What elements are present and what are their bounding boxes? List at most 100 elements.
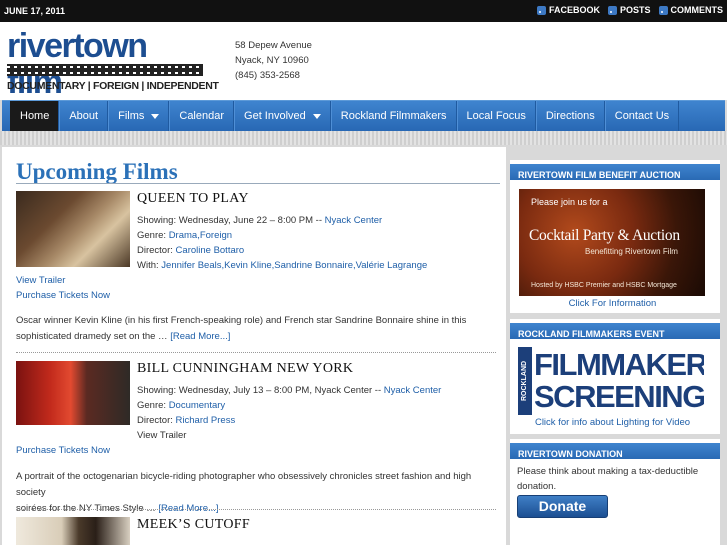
nav-films-label: Films — [118, 110, 145, 122]
film-strip-graphic — [7, 64, 203, 76]
banner-text: Hosted by HSBC Premier and HSBC Mortgage — [531, 282, 677, 289]
main-content: Upcoming Films QUEEN TO PLAY Showing: We… — [2, 147, 506, 545]
nav-home[interactable]: Home — [10, 101, 60, 131]
view-trailer-link[interactable]: View Trailer — [16, 273, 65, 288]
widget-heading: RIVERTOWN FILM BENEFIT AUCTION — [510, 160, 720, 182]
lighting-video-link[interactable]: Click for info about Lighting for Video — [510, 417, 715, 428]
banner-text: Cocktail Party & Auction — [529, 227, 680, 244]
nav-about[interactable]: About — [59, 101, 109, 131]
nav-get-involved-label: Get Involved — [244, 110, 306, 122]
showing-text: Showing: Wednesday, June 22 – 8:00 PM -- — [137, 215, 325, 226]
film-thumbnail[interactable] — [16, 191, 130, 267]
comments-feed-link[interactable]: COMMENTS — [658, 5, 724, 15]
donation-text: Please think about making a tax-deductib… — [517, 466, 699, 492]
view-trailer-link[interactable]: View Trailer — [137, 428, 186, 443]
site-logo[interactable]: rivertown film DOCUMENTARY | FOREIGN | I… — [7, 28, 219, 100]
chevron-down-icon — [312, 113, 321, 119]
purchase-tickets-link[interactable]: Purchase Tickets Now — [16, 443, 110, 458]
rss-icon — [607, 5, 617, 15]
director-label: Director: — [137, 415, 176, 426]
genre-link[interactable]: Drama,Foreign — [169, 230, 232, 241]
rss-icon — [658, 5, 668, 15]
nav-directions-label: Directions — [545, 110, 595, 122]
address-block: 58 Depew Avenue Nyack, NY 10960 (845) 35… — [235, 38, 312, 83]
nav-calendar[interactable]: Calendar — [169, 101, 235, 131]
nav-calendar-label: Calendar — [179, 110, 225, 122]
nav-directions[interactable]: Directions — [535, 101, 605, 131]
auction-info-link[interactable]: Click For Information — [510, 298, 715, 309]
banner-text: ROCKLAND — [518, 347, 532, 415]
nav-rockland-label: Rockland Filmmakers — [340, 110, 447, 122]
facebook-label: FACEBOOK — [548, 5, 600, 15]
banner-text: Please join us for a — [531, 197, 608, 207]
read-more-link[interactable]: [Read More...] — [170, 331, 230, 342]
top-bar: JUNE 17, 2011 FACEBOOK POSTS COMMENTS — [0, 0, 727, 22]
logo-tagline: DOCUMENTARY | FOREIGN | INDEPENDENT — [7, 80, 219, 92]
nav-local-focus-label: Local Focus — [466, 110, 526, 122]
site-header: rivertown film DOCUMENTARY | FOREIGN | I… — [0, 22, 727, 100]
donate-button[interactable]: Donate — [517, 495, 608, 518]
address-city: Nyack, NY 10960 — [235, 55, 309, 66]
film-separator — [16, 509, 496, 510]
venue-link[interactable]: Nyack Center — [325, 215, 383, 226]
banner-text: SCREENINGS — [534, 379, 704, 414]
film-entry: MEEK’S CUTOFF — [16, 517, 500, 545]
banner-text: FILMMAKERS — [534, 347, 704, 382]
film-genre: Genre: Drama,Foreign — [137, 228, 232, 243]
filmmakers-screenings-image[interactable]: ROCKLAND FILMMAKERS SCREENINGS — [518, 347, 704, 415]
phone-number: (845) 353-2568 — [235, 70, 300, 81]
director-link[interactable]: Richard Press — [176, 415, 236, 426]
social-links: FACEBOOK POSTS COMMENTS — [536, 5, 724, 15]
cast-label: With: — [137, 260, 162, 271]
director-link[interactable]: Caroline Bottaro — [176, 245, 245, 256]
film-showing: Showing: Wednesday, July 13 – 8:00 PM, N… — [137, 383, 441, 398]
film-thumbnail[interactable] — [16, 361, 130, 425]
posts-feed-link[interactable]: POSTS — [607, 5, 651, 15]
chevron-down-icon — [151, 113, 160, 119]
film-title[interactable]: MEEK’S CUTOFF — [137, 517, 250, 533]
purchase-tickets-link[interactable]: Purchase Tickets Now — [16, 288, 110, 303]
film-separator — [16, 352, 496, 353]
venue-link[interactable]: Nyack Center — [384, 385, 442, 396]
film-description: Oscar winner Kevin Kline (in his first F… — [16, 313, 496, 345]
nav-get-involved[interactable]: Get Involved — [234, 101, 331, 131]
film-entry: QUEEN TO PLAY Showing: Wednesday, June 2… — [16, 191, 500, 356]
genre-label: Genre: — [137, 400, 169, 411]
nav-local-focus[interactable]: Local Focus — [456, 101, 536, 131]
nav-home-label: Home — [20, 110, 50, 122]
posts-label: POSTS — [619, 5, 651, 15]
main-nav: Home About Films Calendar Get Involved R… — [2, 100, 725, 131]
film-showing: Showing: Wednesday, June 22 – 8:00 PM --… — [137, 213, 382, 228]
film-title[interactable]: BILL CUNNINGHAM NEW YORK — [137, 361, 353, 377]
current-date: JUNE 17, 2011 — [4, 6, 66, 16]
description-line: A portrait of the octogenarian bicycle-r… — [16, 471, 472, 498]
widget-heading: RIVERTOWN DONATION — [510, 439, 720, 461]
nav-films[interactable]: Films — [108, 101, 170, 131]
director-label: Director: — [137, 245, 176, 256]
facebook-link[interactable]: FACEBOOK — [536, 5, 600, 15]
cast-link[interactable]: Jennifer Beals,Kevin Kline,Sandrine Bonn… — [161, 260, 427, 271]
address-street: 58 Depew Avenue — [235, 40, 312, 51]
genre-label: Genre: — [137, 230, 169, 241]
banner-text: Benefitting Rivertown Film — [585, 247, 678, 256]
nav-contact-us[interactable]: Contact Us — [604, 101, 680, 131]
film-genre: Genre: Documentary — [137, 398, 225, 413]
comments-label: COMMENTS — [670, 5, 724, 15]
decorative-stripe — [0, 131, 727, 145]
rss-icon — [536, 5, 546, 15]
film-director: Director: Caroline Bottaro — [137, 243, 244, 258]
page-title: Upcoming Films — [16, 159, 178, 184]
nav-contact-label: Contact Us — [614, 110, 670, 122]
film-thumbnail[interactable] — [16, 517, 130, 545]
auction-banner-image[interactable]: Please join us for a Cocktail Party & Au… — [519, 189, 705, 296]
film-title[interactable]: QUEEN TO PLAY — [137, 191, 249, 207]
film-director: Director: Richard Press — [137, 413, 235, 428]
showing-text: Showing: Wednesday, July 13 – 8:00 PM, N… — [137, 385, 384, 396]
description-text: Oscar winner Kevin Kline (in his first F… — [16, 315, 467, 342]
title-divider — [16, 183, 500, 184]
sidebar: RIVERTOWN FILM BENEFIT AUCTION Please jo… — [510, 147, 725, 545]
film-entry: BILL CUNNINGHAM NEW YORK Showing: Wednes… — [16, 361, 500, 514]
film-cast: With: Jennifer Beals,Kevin Kline,Sandrin… — [137, 258, 427, 273]
nav-rockland-filmmakers[interactable]: Rockland Filmmakers — [330, 101, 457, 131]
genre-link[interactable]: Documentary — [169, 400, 226, 411]
